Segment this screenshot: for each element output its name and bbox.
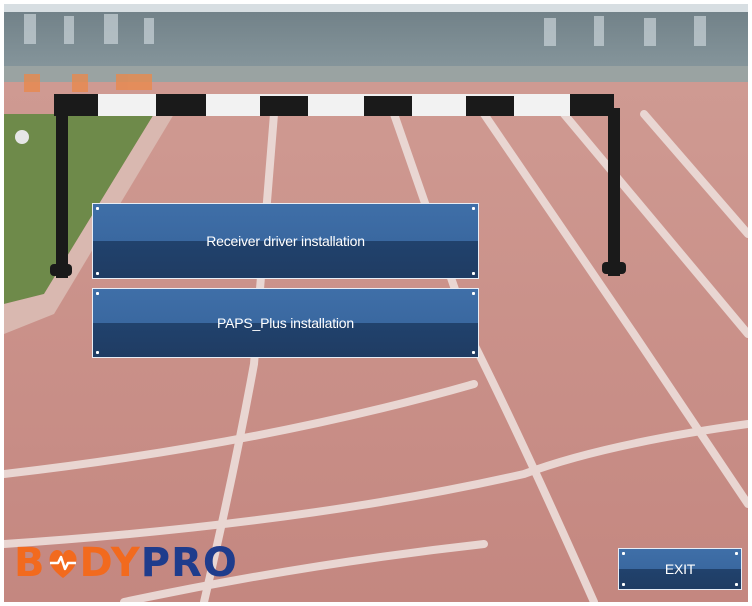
installer-window: Receiver driver installation PAPS_Plus i… [4,4,748,602]
corner-dot [472,292,475,295]
corner-dot [622,552,625,555]
corner-dot [622,583,625,586]
exit-label: EXIT [664,561,696,577]
corner-dot [472,351,475,354]
bodypro-logo: B DY PRO [14,540,238,586]
corner-dot [96,272,99,275]
logo-letter-b: B [14,540,46,586]
exit-button[interactable]: EXIT [618,548,742,590]
heart-pulse-icon [49,549,76,578]
corner-dot [96,292,99,295]
paps-plus-installation-label: PAPS_Plus installation [217,315,354,331]
corner-dot [472,272,475,275]
receiver-driver-installation-label: Receiver driver installation [206,233,365,249]
corner-dot [735,552,738,555]
receiver-driver-installation-button[interactable]: Receiver driver installation [92,203,479,279]
corner-dot [96,207,99,210]
corner-dot [472,207,475,210]
paps-plus-installation-button[interactable]: PAPS_Plus installation [92,288,479,358]
logo-letters-dy: DY [79,540,141,586]
logo-letters-pro: PRO [140,540,238,586]
corner-dot [96,351,99,354]
corner-dot [735,583,738,586]
